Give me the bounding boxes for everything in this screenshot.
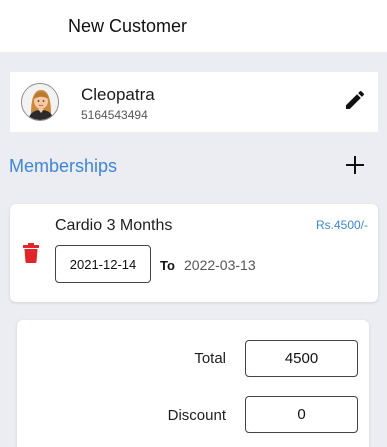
to-label: To (160, 258, 175, 273)
customer-card: Cleopatra 5164543494 (10, 72, 378, 132)
total-label: Total (194, 350, 226, 367)
pencil-icon (343, 88, 367, 117)
edit-customer-button[interactable] (342, 89, 368, 115)
customer-phone: 5164543494 (81, 108, 148, 122)
delete-membership-button[interactable] (23, 243, 39, 263)
end-date: 2022-03-13 (184, 257, 256, 273)
app-header: New Customer (0, 0, 387, 52)
customer-name: Cleopatra (81, 85, 155, 104)
discount-label: Discount (167, 407, 226, 424)
page-title: New Customer (68, 16, 188, 36)
memberships-heading: Memberships (9, 156, 118, 176)
trash-icon (23, 243, 39, 267)
discount-input[interactable]: 0 (245, 396, 358, 433)
membership-price: Rs.4500/- (315, 218, 368, 232)
start-date-field[interactable]: 2021-12-14 (55, 245, 151, 283)
totals-card: Total 4500 Discount 0 (17, 320, 369, 447)
membership-name: Cardio 3 Months (55, 217, 173, 234)
total-input[interactable]: 4500 (245, 340, 358, 377)
membership-card: Cardio 3 Months Rs.4500/- 2021-12-14 To … (10, 204, 378, 302)
female-user-avatar-icon (21, 83, 59, 121)
add-membership-button[interactable] (342, 154, 368, 180)
plus-icon (346, 155, 364, 179)
